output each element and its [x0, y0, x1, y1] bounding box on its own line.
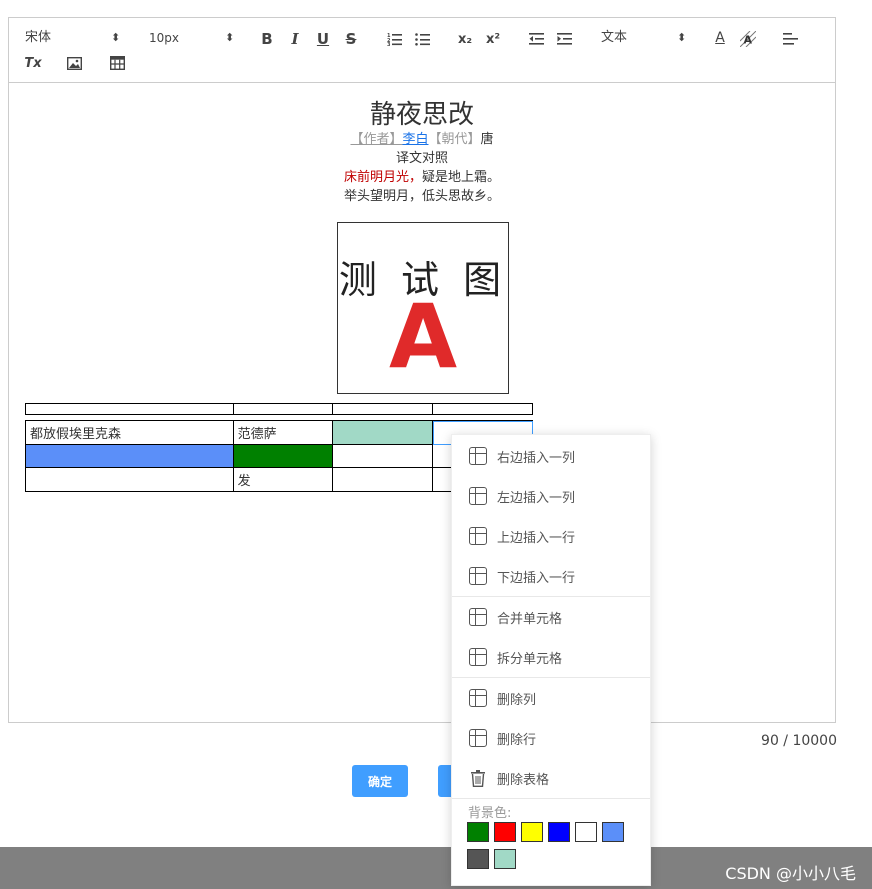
menu-item-insert-col-left[interactable]: 左边插入一列: [452, 476, 650, 516]
italic-icon[interactable]: I: [285, 29, 305, 49]
menu-item-label: 删除表格: [497, 772, 550, 788]
poem-line-1: 床前明月光，疑是地上霜。: [9, 166, 835, 185]
table-cell[interactable]: [332, 403, 434, 415]
table-cell[interactable]: 都放假埃里克森: [25, 420, 234, 445]
heading-value: 文本: [601, 30, 628, 45]
chevron-updown-icon: ⬍: [677, 31, 687, 44]
table-cell[interactable]: [332, 420, 434, 445]
superscript-icon[interactable]: x²: [483, 29, 503, 49]
editor-content[interactable]: 静夜思改 【作者】李白【朝代】唐 译文对照 床前明月光，疑是地上霜。 举头望明月…: [9, 84, 835, 722]
image-icon[interactable]: [64, 53, 84, 73]
table-cell[interactable]: [25, 467, 234, 492]
author-line: 【作者】李白【朝代】唐: [9, 128, 835, 147]
table-cell[interactable]: [25, 444, 234, 468]
menu-item-label: 上边插入一行: [497, 530, 576, 546]
delete-table-icon: [469, 769, 487, 787]
font-size-select[interactable]: 10px ⬍: [149, 28, 239, 48]
menu-item-delete-col[interactable]: 删除列: [452, 678, 650, 718]
translation-label: 译文对照: [395, 151, 448, 166]
menu-item-delete-table[interactable]: 删除表格: [452, 758, 650, 798]
table-cell[interactable]: [332, 444, 434, 468]
watermark: CSDN @小小八毛: [725, 864, 856, 883]
test-image-letter: A: [388, 285, 458, 388]
merge-cells-icon: [469, 608, 487, 626]
chevron-updown-icon: ⬍: [111, 31, 121, 44]
menu-item-insert-row-below[interactable]: 下边插入一行: [452, 556, 650, 596]
menu-item-label: 拆分单元格: [497, 651, 563, 667]
char-counter: 90 / 10000: [761, 733, 837, 749]
font-size-value: 10px: [149, 31, 179, 45]
table-cell[interactable]: [332, 467, 434, 492]
menu-item-label: 右边插入一列: [497, 450, 576, 466]
strikethrough-icon[interactable]: S: [341, 29, 361, 49]
swatch-light-blue[interactable]: [602, 822, 624, 842]
menu-item-insert-col-right[interactable]: 右边插入一列: [452, 436, 650, 476]
font-family-select[interactable]: 宋体 ⬍: [25, 28, 125, 48]
author-label: 【作者】: [350, 132, 403, 147]
subscript-icon[interactable]: x₂: [455, 29, 475, 49]
svg-text:3: 3: [387, 42, 391, 46]
swatch-red[interactable]: [494, 822, 516, 842]
menu-divider: [452, 798, 650, 799]
confirm-button[interactable]: 确定: [352, 765, 408, 797]
bullet-list-icon[interactable]: [413, 29, 433, 49]
dynasty-value: 唐: [480, 132, 494, 147]
underline-icon[interactable]: U: [313, 29, 333, 49]
poem-title: 静夜思改: [369, 100, 474, 130]
menu-item-label: 合并单元格: [497, 611, 563, 627]
dynasty-label: 【朝代】: [428, 132, 481, 147]
table-cell[interactable]: [232, 444, 334, 468]
swatch-white[interactable]: [575, 822, 597, 842]
poem-line-1-red: 床前明月光，: [343, 170, 422, 185]
swatch-green[interactable]: [467, 822, 489, 842]
test-image[interactable]: 测 试 图 A: [337, 222, 509, 394]
swatch-teal[interactable]: [494, 849, 516, 869]
heading-select[interactable]: 文本 ⬍: [601, 28, 687, 48]
insert-col-right-icon: [469, 447, 487, 465]
font-family-value: 宋体: [25, 30, 52, 45]
table-cell[interactable]: [25, 403, 234, 415]
empty-table[interactable]: [25, 403, 533, 415]
clear-format-icon[interactable]: Tx: [23, 53, 43, 73]
svg-text:A: A: [744, 34, 753, 47]
menu-item-delete-row[interactable]: 删除行: [452, 718, 650, 758]
table-cell[interactable]: [232, 403, 334, 415]
table-cell[interactable]: 发: [232, 467, 334, 492]
bold-icon[interactable]: B: [257, 29, 277, 49]
table-cell[interactable]: [432, 403, 533, 415]
swatch-dark-gray[interactable]: [467, 849, 489, 869]
insert-col-left-icon: [469, 487, 487, 505]
table-context-menu: 右边插入一列 左边插入一列 上边插入一行 下边插入一行 合并单元格 拆分单元格 …: [451, 434, 651, 886]
table-icon[interactable]: [107, 53, 127, 73]
poem-line-2: 举头望明月，低头思故乡。: [343, 189, 500, 204]
editor-toolbar: 宋体 ⬍ 10px ⬍ B I U S 123 x₂ x² 文本 ⬍ A A T…: [9, 18, 835, 83]
chevron-updown-icon: ⬍: [225, 31, 235, 44]
ordered-list-icon[interactable]: 123: [385, 29, 405, 49]
table-cell[interactable]: 范德萨: [232, 420, 334, 445]
delete-col-icon: [469, 689, 487, 707]
menu-item-label: 下边插入一行: [497, 570, 576, 586]
poem-line-1-rest: 疑是地上霜。: [422, 170, 501, 185]
swatch-yellow[interactable]: [521, 822, 543, 842]
menu-item-label: 左边插入一列: [497, 490, 576, 506]
bg-color-label: 背景色:: [468, 806, 512, 821]
font-color-icon[interactable]: A: [710, 28, 730, 48]
menu-item-label: 删除行: [497, 732, 537, 748]
delete-row-icon: [469, 729, 487, 747]
split-cells-icon: [469, 648, 487, 666]
swatch-blue[interactable]: [548, 822, 570, 842]
outdent-icon[interactable]: [527, 29, 547, 49]
indent-icon[interactable]: [555, 29, 575, 49]
menu-item-split-cells[interactable]: 拆分单元格: [452, 637, 650, 677]
insert-row-below-icon: [469, 567, 487, 585]
author-link[interactable]: 李白: [402, 132, 428, 147]
menu-item-insert-row-above[interactable]: 上边插入一行: [452, 516, 650, 556]
rich-text-editor: 宋体 ⬍ 10px ⬍ B I U S 123 x₂ x² 文本 ⬍ A A T…: [8, 17, 836, 723]
menu-item-label: 删除列: [497, 692, 537, 708]
menu-item-merge-cells[interactable]: 合并单元格: [452, 597, 650, 637]
align-icon[interactable]: [781, 29, 801, 49]
insert-row-above-icon: [469, 527, 487, 545]
background-color-icon[interactable]: A: [738, 29, 758, 49]
